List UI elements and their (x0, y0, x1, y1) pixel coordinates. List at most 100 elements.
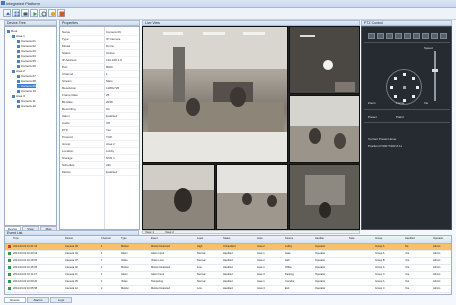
fullscreen-button[interactable] (413, 33, 420, 39)
ptz-direction-pad[interactable] (386, 69, 422, 105)
tree-item[interactable]: Camera 05 (17, 59, 36, 63)
ptz-left-icon[interactable] (390, 86, 393, 89)
table-row[interactable]: 2014-03-02 10:11:47 Camera 11 1 Alarm Alarm … (5, 272, 451, 279)
tab-alarms[interactable]: Alarms (27, 297, 49, 303)
column-header[interactable]: Event (151, 236, 191, 242)
video-cell-5[interactable] (216, 164, 288, 230)
property-row[interactable]: IP Address 192.168.1.9 (60, 57, 139, 64)
property-row[interactable]: Recording On (60, 106, 139, 113)
preset-label[interactable]: Preset (368, 115, 377, 119)
column-header[interactable]: Status (223, 236, 251, 242)
speed-slider[interactable] (432, 51, 438, 101)
video-cell-4[interactable] (142, 164, 215, 230)
tree-item[interactable]: Area 1 (12, 34, 25, 38)
tree-item[interactable]: Camera 08 (17, 79, 36, 83)
tree-item[interactable]: Area 3 (12, 94, 25, 98)
ptz-down-left-icon[interactable] (394, 95, 397, 98)
record-button[interactable] (431, 33, 438, 39)
play-icon[interactable] (30, 9, 38, 17)
tree-item[interactable]: Camera 11 (17, 99, 36, 103)
column-header[interactable]: Area (257, 236, 279, 242)
property-row[interactable]: Resolution 1280x720 (60, 85, 139, 92)
tree-item[interactable]: Area 2 (12, 69, 25, 73)
video-cell-3[interactable] (289, 95, 360, 163)
tree-item[interactable]: Camera 09 (17, 84, 36, 88)
video-cell-main[interactable] (142, 26, 288, 163)
camera-icon (17, 59, 20, 63)
column-header[interactable]: Channel (101, 236, 115, 242)
table-row[interactable]: 2014-03-02 10:09:20 Camera 05 1 Video Tamper… (5, 279, 451, 286)
property-row[interactable]: Protocol TCP (60, 134, 139, 141)
property-row[interactable]: Storage NVR 1 (60, 155, 139, 162)
tab-logs[interactable]: Logs (50, 297, 72, 303)
layout-6-button[interactable] (386, 33, 393, 39)
column-header[interactable]: Handled (405, 236, 427, 242)
tab-view-2[interactable]: View 2 (165, 231, 174, 234)
column-header[interactable]: Operator (433, 236, 451, 242)
tab-events[interactable]: Events (4, 297, 26, 303)
tree-item[interactable]: Camera 12 (17, 104, 36, 108)
device-tree[interactable]: Root Area 1 Camera 01 Camera 02 Camera 03 Cam… (4, 26, 57, 226)
ptz-up-right-icon[interactable] (412, 77, 415, 80)
property-row[interactable]: Model Dome (60, 43, 139, 50)
column-header[interactable]: Type (121, 236, 145, 242)
table-row[interactable]: 2014-03-02 10:18:52 Camera 07 1 Video Video … (5, 258, 451, 265)
camera-icon[interactable] (21, 9, 29, 17)
property-row[interactable]: Status Online (60, 50, 139, 57)
home-icon[interactable] (3, 9, 11, 17)
column-header[interactable]: Source (285, 236, 309, 242)
property-row[interactable]: Alarm Enabled (60, 113, 139, 120)
grid-icon[interactable] (12, 9, 20, 17)
ptz-right-icon[interactable] (416, 86, 419, 89)
column-header[interactable]: Level (197, 236, 217, 242)
column-header[interactable]: Time (13, 236, 59, 242)
tree-item[interactable]: Camera 01 (17, 39, 36, 43)
tree-item[interactable]: Camera 07 (17, 74, 36, 78)
property-row[interactable]: Type IP Camera (60, 36, 139, 43)
property-row[interactable]: Schedule 24h (60, 162, 139, 169)
property-row[interactable]: Channel 1 (60, 71, 139, 78)
layout-16-button[interactable] (404, 33, 411, 39)
property-row[interactable]: Stream Main (60, 78, 139, 85)
layout-1-button[interactable] (368, 33, 375, 39)
ptz-up-left-icon[interactable] (394, 77, 397, 80)
tab-view-1[interactable]: View 1 (145, 231, 154, 234)
property-row[interactable]: Group Area 2 (60, 141, 139, 148)
settings-icon[interactable] (39, 9, 47, 17)
close-icon[interactable] (57, 9, 65, 17)
property-row[interactable]: Location Lobby (60, 148, 139, 155)
property-row[interactable]: Frame Rate 25 (60, 92, 139, 99)
video-cell-6[interactable] (289, 164, 360, 230)
tree-item[interactable]: Camera 04 (17, 54, 36, 58)
ptz-up-icon[interactable] (403, 73, 406, 76)
layout-9-button[interactable] (395, 33, 402, 39)
property-row[interactable]: Name Camera 09 (60, 29, 139, 36)
ptz-down-right-icon[interactable] (412, 95, 415, 98)
layout-4-button[interactable] (377, 33, 384, 39)
property-row[interactable]: Port 8000 (60, 64, 139, 71)
speed-slider-knob[interactable] (432, 69, 438, 72)
ptz-center-icon[interactable] (403, 86, 406, 89)
alarm-icon[interactable] (48, 9, 56, 17)
property-row[interactable]: Audio Off (60, 120, 139, 127)
column-header[interactable]: Handler (315, 236, 343, 242)
tree-item[interactable]: Camera 02 (17, 44, 36, 48)
patrol-label[interactable]: Patrol (396, 115, 404, 119)
column-header[interactable]: Device (65, 236, 95, 242)
column-header[interactable]: Group (375, 236, 399, 242)
table-row[interactable]: 2014-03-02 10:20:14 Camera 04 1 Alarm Alarm … (5, 251, 451, 258)
tree-item[interactable]: Camera 03 (17, 49, 36, 53)
property-row[interactable]: Motion Enabled (60, 169, 139, 176)
stop-button[interactable] (440, 33, 447, 39)
tree-item[interactable]: Camera 06 (17, 64, 36, 68)
property-row[interactable]: PTZ Yes (60, 127, 139, 134)
tree-item[interactable]: Camera 10 (17, 89, 36, 93)
tree-item[interactable]: Root (7, 29, 17, 33)
table-row[interactable]: 2014-03-02 10:05:58 Camera 12 1 Motion Motio… (5, 286, 451, 293)
column-header[interactable]: Note (349, 236, 369, 242)
table-row[interactable]: 2014-03-02 10:21:33 Camera 09 1 Motion Motio… (5, 244, 451, 251)
table-row[interactable]: 2014-03-02 10:15:06 Camera 02 1 Motion Motio… (5, 265, 451, 272)
video-cell-2[interactable] (289, 26, 360, 94)
property-row[interactable]: Bit Rate 2048 (60, 99, 139, 106)
snapshot-button[interactable] (422, 33, 429, 39)
